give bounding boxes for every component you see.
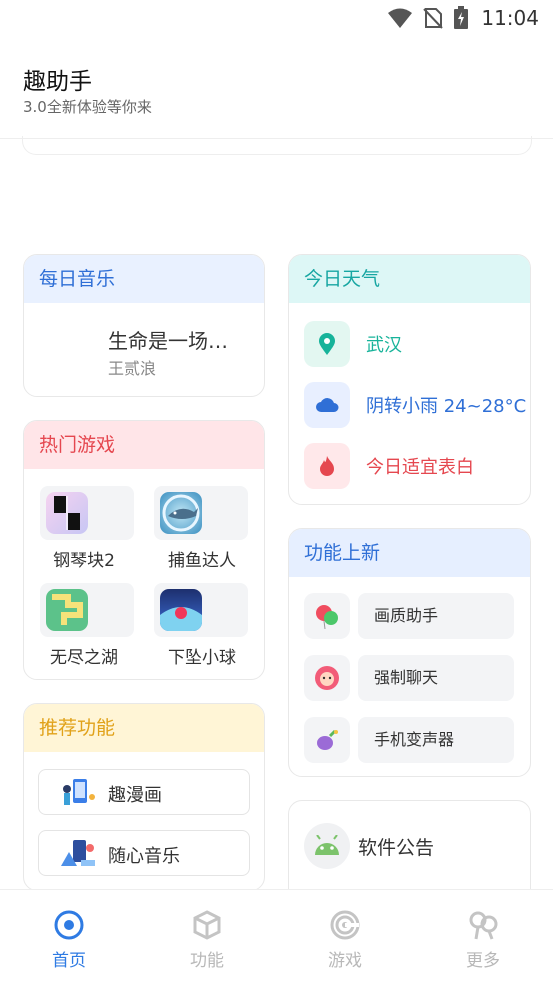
nav-more[interactable]: 更多 bbox=[414, 890, 552, 984]
game-tile-lake[interactable] bbox=[40, 583, 134, 637]
notice-label: 软件公告 bbox=[358, 837, 435, 859]
cube-icon bbox=[193, 910, 221, 940]
piano-tiles-icon bbox=[46, 492, 88, 534]
bottom-nav: 首页 功能 游戏 更多 bbox=[0, 889, 553, 984]
game-label[interactable]: 下坠小球 bbox=[142, 643, 262, 668]
daily-music-card[interactable]: 每日音乐 生命是一场… 王贰浪 bbox=[23, 254, 265, 397]
home-target-icon bbox=[54, 910, 84, 940]
app-title: 趣助手 bbox=[23, 69, 92, 95]
recommend-button[interactable]: 随心音乐 bbox=[38, 830, 250, 876]
recommended-card: 推荐功能 趣漫画 随心音乐 bbox=[23, 703, 265, 891]
weather-tip-row: 今日适宜表白 bbox=[304, 443, 474, 489]
hot-games-card: 热门游戏 钢琴块2 捕鱼达人 无尽之湖 下坠小球 bbox=[23, 420, 265, 680]
eggplant-icon bbox=[304, 717, 350, 763]
weather-forecast-row: 阴转小雨 24~28°C bbox=[304, 382, 526, 428]
app-header: 趣助手 3.0全新体验等你来 bbox=[0, 36, 553, 139]
weather-card[interactable]: 今日天气 武汉 阴转小雨 24~28°C 今日适宜表白 bbox=[288, 254, 531, 505]
recommend-label: 随心音乐 bbox=[108, 846, 180, 867]
feature-button[interactable]: 画质助手 bbox=[358, 593, 514, 639]
game-tile-piano[interactable] bbox=[40, 486, 134, 540]
weather-city-row: 武汉 bbox=[304, 321, 402, 367]
game-tile-ball[interactable] bbox=[154, 583, 248, 637]
game-tile-fishing[interactable] bbox=[154, 486, 248, 540]
lion-icon bbox=[304, 655, 350, 701]
nav-games[interactable]: 游戏 bbox=[276, 890, 414, 984]
recommended-title: 推荐功能 bbox=[24, 704, 264, 752]
android-icon bbox=[304, 823, 350, 869]
game-label[interactable]: 捕鱼达人 bbox=[142, 546, 262, 571]
app-subtitle: 3.0全新体验等你来 bbox=[23, 98, 152, 116]
nav-more-label: 更多 bbox=[466, 951, 500, 971]
spiral-icon bbox=[330, 910, 360, 940]
status-bar: 11:04 bbox=[0, 0, 553, 36]
new-features-title: 功能上新 bbox=[289, 529, 530, 577]
balloon-icon bbox=[304, 593, 350, 639]
cloud-icon bbox=[304, 382, 350, 428]
software-notice-card[interactable]: 软件公告 bbox=[288, 800, 531, 902]
music-illustration-icon bbox=[61, 840, 95, 866]
nav-features[interactable]: 功能 bbox=[138, 890, 276, 984]
wifi-icon bbox=[388, 8, 413, 28]
no-sim-icon bbox=[423, 8, 444, 29]
comic-icon bbox=[63, 779, 95, 805]
new-features-card: 功能上新 画质助手 强制聊天 手机变声器 bbox=[288, 528, 531, 777]
more-icon bbox=[469, 911, 498, 940]
nav-home-label: 首页 bbox=[52, 951, 86, 971]
banner-area[interactable] bbox=[22, 136, 532, 155]
weather-tip: 今日适宜表白 bbox=[366, 457, 474, 478]
weather-title: 今日天气 bbox=[289, 255, 530, 303]
battery-charging-icon bbox=[454, 6, 469, 29]
feature-button[interactable]: 强制聊天 bbox=[358, 655, 514, 701]
status-time: 11:04 bbox=[481, 6, 539, 30]
feature-button[interactable]: 手机变声器 bbox=[358, 717, 514, 763]
game-label[interactable]: 无尽之湖 bbox=[24, 643, 144, 668]
hot-games-title: 热门游戏 bbox=[24, 421, 264, 469]
shark-icon bbox=[160, 492, 202, 534]
nav-games-label: 游戏 bbox=[328, 951, 362, 971]
nav-home[interactable]: 首页 bbox=[0, 890, 138, 984]
daily-music-title: 每日音乐 bbox=[24, 255, 264, 303]
weather-city: 武汉 bbox=[366, 335, 402, 356]
flame-icon bbox=[304, 443, 350, 489]
song-artist: 王贰浪 bbox=[108, 359, 157, 378]
weather-forecast: 阴转小雨 24~28°C bbox=[366, 396, 527, 417]
game-label[interactable]: 钢琴块2 bbox=[24, 546, 144, 571]
recommend-button[interactable]: 趣漫画 bbox=[38, 769, 250, 815]
lake-path-icon bbox=[46, 589, 88, 631]
location-pin-icon bbox=[304, 321, 350, 367]
song-title: 生命是一场… bbox=[108, 329, 228, 353]
recommend-label: 趣漫画 bbox=[108, 785, 162, 806]
nav-features-label: 功能 bbox=[190, 951, 224, 971]
falling-ball-icon bbox=[160, 589, 202, 631]
